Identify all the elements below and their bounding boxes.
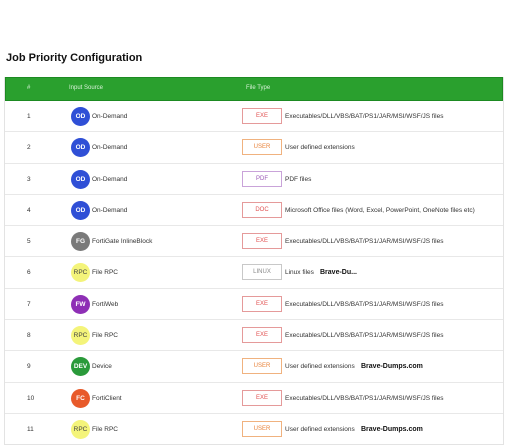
- source-badge-icon: OD: [71, 169, 90, 189]
- table-row[interactable]: 6 RPC File RPC LINUX Linux files Brave-Du...: [5, 257, 503, 289]
- source-badge-icon: OD: [71, 138, 90, 158]
- table-row[interactable]: 3 OD On-Demand PDF PDF files: [5, 164, 503, 195]
- row-number: 2: [27, 144, 31, 152]
- row-number: 5: [27, 238, 31, 246]
- file-type-tag[interactable]: EXE: [242, 108, 282, 124]
- table-header: # Input Source File Type: [5, 77, 503, 101]
- header-file-type: File Type: [246, 85, 271, 91]
- file-type-tag[interactable]: EXE: [242, 389, 282, 406]
- file-type-tag[interactable]: LINUX: [242, 264, 282, 281]
- file-type-description: Executables/DLL/VBS/BAT/PS1/JAR/MSI/WSF/…: [285, 238, 444, 246]
- file-type-description: Executables/DLL/VBS/BAT/PS1/JAR/MSI/WSF/…: [285, 300, 444, 308]
- row-number: 6: [27, 269, 31, 277]
- file-type-description: Executables/DLL/VBS/BAT/PS1/JAR/MSI/WSF/…: [285, 394, 444, 402]
- row-number: 10: [27, 394, 35, 402]
- source-label: Device: [92, 363, 112, 371]
- source-badge-icon: OD: [71, 107, 90, 126]
- row-number: 7: [27, 300, 31, 308]
- table-row[interactable]: 8 RPC File RPC EXE Executables/DLL/VBS/BAT/P…: [5, 320, 503, 352]
- source-label: File RPC: [92, 332, 119, 340]
- file-type-description: Microsoft Office files (Word, Excel, Pow…: [285, 206, 475, 214]
- job-priority-table: # Input Source File Type 1 OD On-Demand EXE…: [4, 77, 504, 445]
- table-row[interactable]: 5 FG FortiGate InlineBlock EXE Executables/D…: [5, 226, 503, 258]
- file-type-tag[interactable]: EXE: [242, 295, 282, 312]
- table-row[interactable]: 9 DEV Device USER User defined extensions Bra…: [5, 351, 503, 383]
- table-row[interactable]: 11 RPC File RPC USER User defined extensions…: [5, 414, 503, 444]
- source-badge-icon: FG: [71, 232, 90, 252]
- table-row[interactable]: 4 OD On-Demand DOC Microsoft Office files (W…: [5, 195, 503, 227]
- file-type-tag[interactable]: EXE: [242, 233, 282, 250]
- watermark-text: Brave-Dumps.com: [361, 425, 423, 433]
- row-number: 3: [27, 175, 31, 183]
- source-badge-icon: OD: [71, 200, 90, 220]
- source-label: File RPC: [92, 269, 119, 277]
- source-badge-icon: DEV: [71, 357, 90, 377]
- source-label: On-Demand: [92, 113, 128, 120]
- header-input-source: Input Source: [69, 85, 104, 91]
- file-type-description: Linux files: [285, 269, 314, 277]
- source-badge-icon: RPC: [71, 419, 90, 439]
- page-title: Job Priority Configuration: [6, 52, 143, 64]
- row-number: 1: [27, 113, 31, 120]
- file-type-tag[interactable]: DOC: [242, 201, 282, 218]
- watermark-text: Brave-Dumps.com: [361, 363, 423, 371]
- row-number: 8: [27, 332, 31, 340]
- file-type-tag[interactable]: USER: [242, 358, 282, 375]
- source-label: FortiGate InlineBlock: [92, 238, 153, 246]
- row-number: 9: [27, 363, 31, 371]
- source-label: On-Demand: [92, 175, 128, 183]
- table-row[interactable]: 1 OD On-Demand EXE Executables/DLL/VBS/BAT/P…: [5, 101, 503, 133]
- table-row[interactable]: 10 FC FortiClient EXE Executables/DLL/VBS/BA…: [5, 383, 503, 414]
- source-badge-icon: FW: [71, 294, 90, 314]
- row-number: 11: [27, 425, 34, 433]
- source-label: On-Demand: [92, 144, 128, 152]
- source-badge-icon: FC: [71, 388, 90, 408]
- file-type-description: PDF files: [285, 175, 312, 183]
- file-type-description: Executables/DLL/VBS/BAT/PS1/JAR/MSI/WSF/…: [285, 332, 444, 340]
- source-label: FortiWeb: [92, 300, 119, 308]
- table-body: 1 OD On-Demand EXE Executables/DLL/VBS/BAT/P…: [5, 101, 503, 444]
- file-type-tag[interactable]: USER: [242, 139, 282, 156]
- watermark-text: Brave-Du...: [320, 269, 357, 277]
- file-type-description: User defined extensions: [285, 363, 355, 371]
- table-row[interactable]: 7 FW FortiWeb EXE Executables/DLL/VBS/BAT/PS…: [5, 289, 503, 321]
- file-type-tag[interactable]: EXE: [242, 327, 282, 344]
- source-badge-icon: RPC: [71, 263, 90, 283]
- file-type-description: Executables/DLL/VBS/BAT/PS1/JAR/MSI/WSF/…: [285, 113, 444, 120]
- row-number: 4: [27, 206, 31, 214]
- header-num: #: [27, 85, 31, 91]
- source-badge-icon: RPC: [71, 326, 90, 346]
- table-row[interactable]: 2 OD On-Demand USER User defined extensions: [5, 132, 503, 164]
- file-type-tag[interactable]: USER: [242, 420, 282, 437]
- source-label: File RPC: [92, 425, 119, 433]
- file-type-description: User defined extensions: [285, 144, 355, 152]
- file-type-tag[interactable]: PDF: [242, 170, 282, 187]
- file-type-description: User defined extensions: [285, 425, 355, 433]
- source-label: On-Demand: [92, 206, 128, 214]
- source-label: FortiClient: [92, 394, 122, 402]
